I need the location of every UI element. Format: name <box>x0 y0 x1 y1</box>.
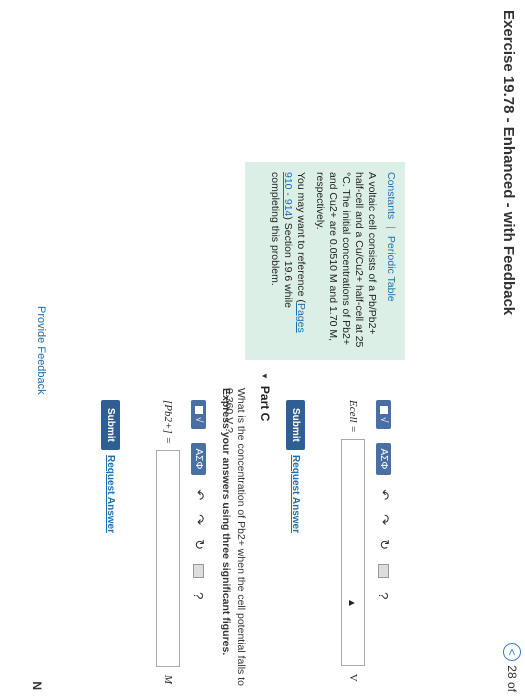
ecell-answer-row: Ecell = V <box>341 400 365 682</box>
help-icon[interactable]: ? <box>377 592 392 599</box>
links-separator: | <box>385 226 397 229</box>
part-c-header[interactable]: ▼ Part C <box>258 372 272 421</box>
reset-icon[interactable]: ↻ <box>376 539 392 550</box>
greek-button-c[interactable]: ΑΣΦ <box>191 442 207 476</box>
redo-icon-c[interactable]: ↷ <box>191 514 207 525</box>
math-toolbar: √ ΑΣΦ ↶ ↷ ↻ ? <box>376 400 392 599</box>
pb-unit: M <box>162 674 174 685</box>
templates-button-c[interactable]: √ <box>191 400 207 429</box>
undo-icon[interactable]: ↶ <box>376 489 392 500</box>
info-panel: Constants | Periodic Table A voltaic cel… <box>245 162 405 360</box>
sqrt-label: √ <box>378 417 390 423</box>
pb-input[interactable] <box>156 449 180 667</box>
reset-icon-c[interactable]: ↻ <box>191 539 207 550</box>
collapse-icon[interactable]: ▼ <box>261 372 270 380</box>
part-c-title: Part C <box>258 385 272 422</box>
greek-button[interactable]: ΑΣΦ <box>376 442 392 476</box>
submit-button-b[interactable]: Submit <box>286 400 305 450</box>
mouse-cursor-icon: ▲ <box>346 598 357 608</box>
submit-button-c[interactable]: Submit <box>101 400 120 450</box>
keyboard-icon[interactable] <box>378 564 390 579</box>
request-answer-b[interactable]: Request Answer <box>290 455 301 533</box>
undo-icon-c[interactable]: ↶ <box>191 489 207 500</box>
template-box-icon <box>380 406 388 414</box>
reference-prefix: You may want to reference ( <box>295 172 307 303</box>
item-counter: < 28 of <box>503 643 521 692</box>
next-button[interactable]: N <box>30 681 44 690</box>
math-toolbar-c: √ ΑΣΦ ↶ ↷ ↻ ? <box>191 400 207 599</box>
request-answer-c[interactable]: Request Answer <box>105 455 116 533</box>
constants-link[interactable]: Constants <box>385 172 397 219</box>
keyboard-icon-c[interactable] <box>193 564 205 579</box>
part-c-instruction: Express your answers using three signifi… <box>220 388 232 656</box>
resource-links: Constants | Periodic Table <box>384 172 397 350</box>
previous-icon[interactable]: < <box>503 643 521 662</box>
pb-label: [Pb2+] = <box>162 400 174 444</box>
counter-text: 28 of <box>505 665 519 692</box>
redo-icon[interactable]: ↷ <box>376 514 392 525</box>
help-icon-c[interactable]: ? <box>192 592 207 599</box>
problem-statement: A voltaic cell consists of a Pb/Pb2+ hal… <box>314 172 378 348</box>
ecell-label: Ecell = <box>347 400 359 433</box>
pb-answer-row: [Pb2+] = M <box>156 400 180 684</box>
templates-button[interactable]: √ <box>376 400 392 429</box>
ecell-unit: V <box>347 673 359 682</box>
screen: Exercise 19.78 - Enhanced - with Feedbac… <box>0 0 525 700</box>
template-box-icon-c <box>195 406 203 414</box>
page-title: Exercise 19.78 - Enhanced - with Feedbac… <box>500 10 517 316</box>
ecell-input[interactable] <box>341 438 365 666</box>
reference-note: You may want to reference (Pages 910 - 9… <box>268 172 307 350</box>
provide-feedback-link[interactable]: Provide Feedback <box>35 306 47 395</box>
sqrt-label-c: √ <box>193 417 205 423</box>
periodic-table-link[interactable]: Periodic Table <box>385 236 397 302</box>
